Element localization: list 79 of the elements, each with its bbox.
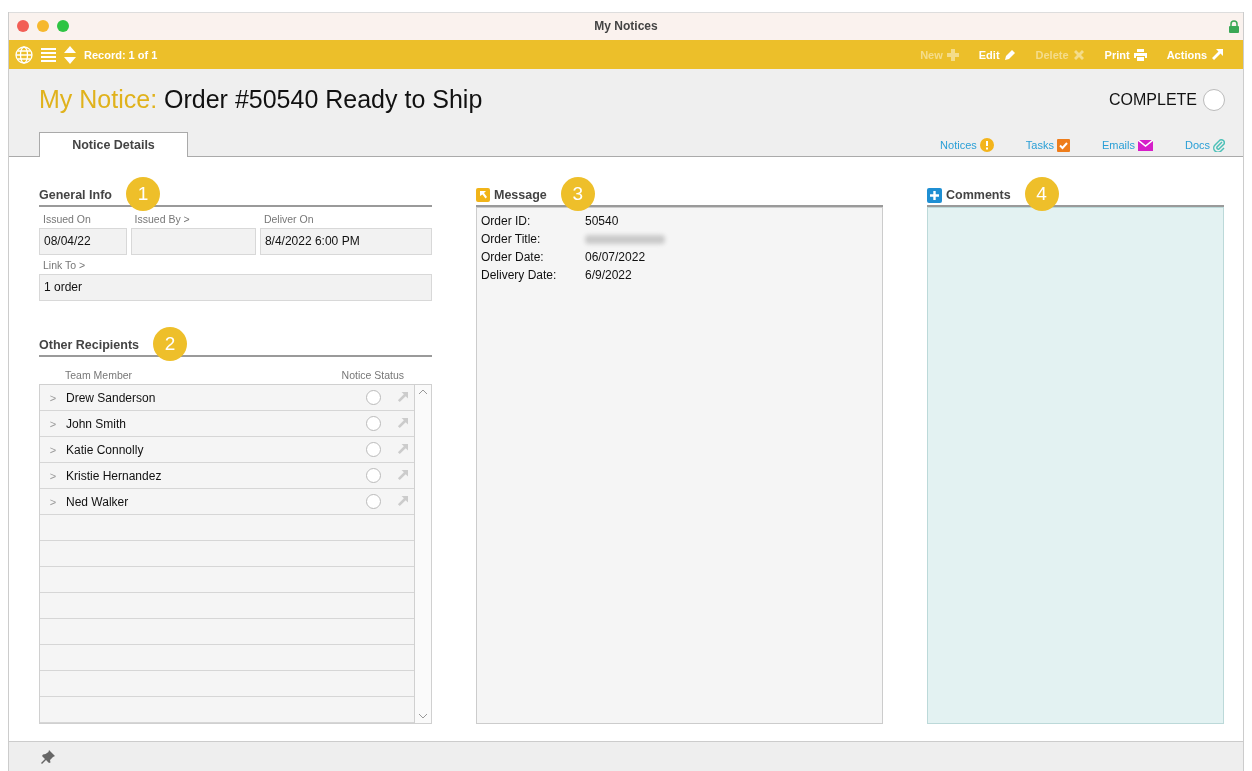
related-link[interactable]: Docs xyxy=(1184,138,1225,153)
arrow-icon xyxy=(1211,48,1223,61)
team-member-name: John Smith xyxy=(66,416,128,431)
input-field[interactable] xyxy=(130,228,256,256)
number-badge: 2 xyxy=(153,327,188,362)
message-value: 06/07/2022 xyxy=(585,249,646,267)
related-link[interactable]: Notices xyxy=(940,138,994,153)
status-checkbox[interactable] xyxy=(366,468,381,484)
scrollbar[interactable] xyxy=(415,385,431,724)
tab[interactable]: Notice Details xyxy=(39,132,188,158)
team-member-name: Drew Sanderson xyxy=(66,390,157,405)
input-field[interactable]: 8/4/2022 6:00 PM xyxy=(259,228,432,256)
field-label: Issued By > xyxy=(133,212,191,228)
expand-toggle[interactable]: > xyxy=(40,417,66,430)
input-field[interactable]: 08/04/22 xyxy=(39,228,127,256)
menu-icon[interactable] xyxy=(41,47,56,62)
complete-checkbox[interactable] xyxy=(1203,89,1225,111)
section-heading: Comments xyxy=(946,188,1011,203)
number-badge: 3 xyxy=(560,177,595,212)
arrow-icon[interactable] xyxy=(397,496,408,508)
team-member-name: Ned Walker xyxy=(66,494,130,509)
arrow-icon[interactable] xyxy=(397,418,408,430)
arrow-icon[interactable] xyxy=(397,444,408,456)
field-label: Issued On xyxy=(42,212,92,228)
caret-up-icon[interactable] xyxy=(419,389,427,395)
close-button[interactable] xyxy=(17,20,29,33)
number-badge: 4 xyxy=(1024,177,1059,212)
window-title: My Notices xyxy=(594,19,658,34)
lock-icon xyxy=(1229,19,1239,33)
number-badge: 1 xyxy=(125,177,160,212)
arrow-icon[interactable] xyxy=(397,470,408,482)
status-checkbox[interactable] xyxy=(366,494,381,510)
team-member-name: Kristie Hernandez xyxy=(66,468,163,483)
column-header: Team Member xyxy=(65,368,133,384)
team-member-name: Katie Connolly xyxy=(66,442,145,457)
field-label: Link To > xyxy=(42,258,87,274)
section-heading: Other Recipients xyxy=(39,338,140,353)
paperclip-icon xyxy=(1213,138,1225,153)
message-value: 50540 xyxy=(585,213,619,231)
page-title: My Notice: Order #50540 Ready to Ship xyxy=(39,85,483,115)
column-header: Notice Status xyxy=(341,368,404,384)
message-label: Order ID: xyxy=(481,213,532,231)
status-checkbox[interactable] xyxy=(366,416,381,432)
field-label: Deliver On xyxy=(262,212,315,228)
globe-icon[interactable] xyxy=(15,45,33,64)
alert-icon xyxy=(979,138,994,153)
arrow-icon[interactable] xyxy=(397,392,408,404)
toolbar-button[interactable]: Print xyxy=(1104,48,1147,61)
toolbar-button[interactable]: Edit xyxy=(978,48,1016,61)
close-icon xyxy=(1072,48,1085,61)
pencil-icon xyxy=(1003,48,1016,61)
plus-icon xyxy=(946,48,959,61)
section-heading: General Info xyxy=(39,188,112,203)
section-heading: Message xyxy=(494,188,547,203)
caret-down-icon[interactable] xyxy=(419,714,427,720)
message-value: 6/9/2022 xyxy=(585,267,632,285)
up-down-arrows-icon[interactable] xyxy=(64,45,76,64)
expand-toggle[interactable]: > xyxy=(40,443,66,456)
zoom-button[interactable] xyxy=(57,20,69,33)
input-field[interactable]: 1 order xyxy=(39,274,432,302)
add-icon[interactable] xyxy=(927,187,942,203)
expand-toggle[interactable]: > xyxy=(40,469,66,482)
message-label: Order Title: xyxy=(481,231,542,249)
minimize-button[interactable] xyxy=(37,20,49,33)
pin-icon[interactable] xyxy=(41,749,55,764)
expand-toggle[interactable]: > xyxy=(40,495,66,508)
related-link[interactable]: Emails xyxy=(1101,138,1153,153)
record-counter: Record: 1 of 1 xyxy=(84,48,158,61)
message-label: Delivery Date: xyxy=(481,267,558,285)
printer-icon xyxy=(1133,48,1147,61)
status-checkbox[interactable] xyxy=(366,390,381,406)
toolbar-button[interactable]: Actions xyxy=(1166,48,1223,61)
checkbox-icon xyxy=(1056,138,1070,152)
status-checkbox[interactable] xyxy=(366,442,381,458)
related-link[interactable]: Tasks xyxy=(1025,138,1070,153)
expand-toggle[interactable]: > xyxy=(40,391,66,404)
envelope-icon xyxy=(1137,139,1153,151)
complete-label: COMPLETE xyxy=(1109,91,1197,109)
message-label: Order Date: xyxy=(481,249,545,267)
